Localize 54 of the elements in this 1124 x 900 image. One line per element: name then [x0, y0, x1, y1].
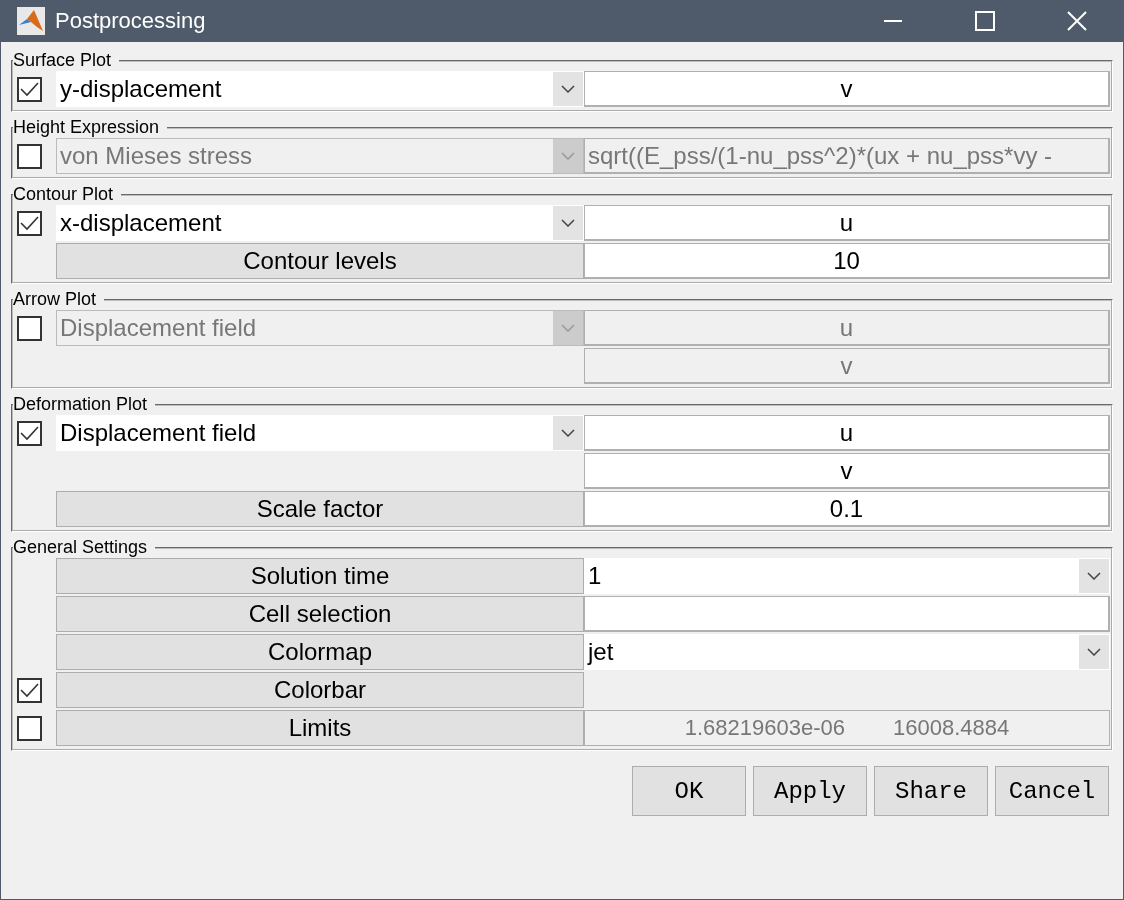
dialog-button[interactable]: Apply — [753, 766, 867, 816]
chevron-down-icon — [1087, 648, 1101, 656]
input-field[interactable]: v — [584, 71, 1110, 107]
panel-title: Contour Plot — [13, 184, 115, 205]
checkbox[interactable] — [17, 420, 42, 446]
checkbox[interactable] — [17, 677, 42, 703]
panel-title: Height Expression — [13, 117, 161, 138]
label-button[interactable]: Colorbar — [56, 672, 584, 708]
panel-title: Deformation Plot — [13, 394, 149, 415]
label-button[interactable]: Colormap — [56, 634, 584, 670]
checkmark-icon — [20, 425, 39, 441]
dropdown[interactable]: x-displacement — [56, 205, 584, 241]
input-field[interactable]: 10 — [584, 243, 1110, 279]
dialog-button[interactable]: Share — [874, 766, 988, 816]
checkmark-icon — [20, 81, 39, 97]
chevron-down-icon — [561, 85, 575, 93]
checkbox[interactable] — [17, 76, 42, 102]
chevron-down-icon — [561, 324, 575, 332]
input-field[interactable]: v — [584, 453, 1110, 489]
input-field[interactable] — [584, 596, 1110, 632]
window-title: Postprocessing — [55, 8, 207, 34]
chevron-down-icon — [561, 219, 575, 227]
minimize-icon — [884, 20, 902, 22]
label-button[interactable]: Scale factor — [56, 491, 584, 527]
checkbox[interactable] — [17, 210, 42, 236]
checkbox[interactable] — [17, 315, 42, 341]
dialog-button[interactable]: OK — [632, 766, 746, 816]
label-button[interactable]: Solution time — [56, 558, 584, 594]
chevron-down-icon — [561, 152, 575, 160]
input-field[interactable]: u — [584, 205, 1110, 241]
checkmark-icon — [20, 215, 39, 231]
dropdown[interactable]: y-displacement — [56, 71, 584, 107]
checkmark-icon — [20, 682, 39, 698]
checkbox[interactable] — [17, 143, 42, 169]
panel-title: General Settings — [13, 537, 149, 558]
app-logo-icon — [17, 7, 45, 35]
limit-value: 16008.4884 — [893, 715, 1010, 741]
dialog-button[interactable]: Cancel — [995, 766, 1109, 816]
panel-title: Surface Plot — [13, 50, 113, 71]
limit-value: 1.68219603e-06 — [684, 715, 845, 741]
input-field[interactable]: 0.1 — [584, 491, 1110, 527]
chevron-down-icon — [1087, 572, 1101, 580]
maximize-icon — [975, 11, 995, 31]
label-button[interactable]: Cell selection — [56, 596, 584, 632]
chevron-down-icon — [561, 429, 575, 437]
dropdown[interactable]: Displacement field — [56, 415, 584, 451]
close-icon — [1067, 11, 1087, 31]
panel-title: Arrow Plot — [13, 289, 98, 310]
dropdown[interactable]: jet — [584, 634, 1110, 670]
label-button[interactable]: Limits — [56, 710, 584, 746]
input-field[interactable]: u — [584, 415, 1110, 451]
label-button[interactable]: Contour levels — [56, 243, 584, 279]
dropdown[interactable]: 1 — [584, 558, 1110, 594]
checkbox[interactable] — [17, 715, 42, 741]
